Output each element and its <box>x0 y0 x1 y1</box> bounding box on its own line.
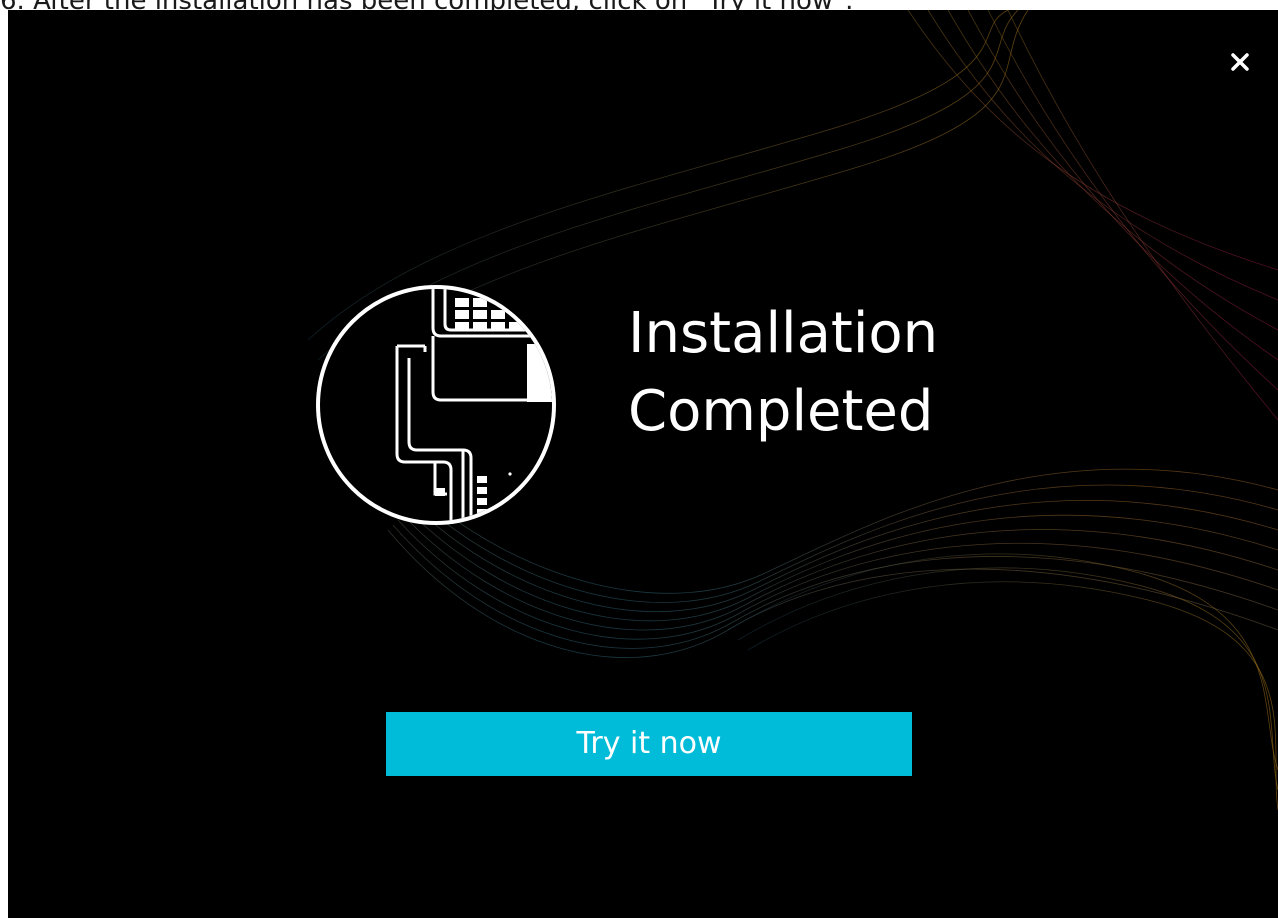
close-icon <box>1231 53 1249 71</box>
completion-title: Installation Completed <box>628 295 1048 451</box>
title-line-1: Installation <box>628 301 939 366</box>
title-line-2: Completed <box>628 379 934 444</box>
circuit-board-icon <box>316 285 556 525</box>
background-wave-art <box>307 10 1278 811</box>
try-it-now-button[interactable]: Try it now <box>386 712 912 776</box>
installer-dialog: Installation Completed Try it now <box>8 10 1278 918</box>
close-button[interactable] <box>1224 46 1256 78</box>
instruction-caption: 6. After the installation has been compl… <box>0 0 1278 10</box>
